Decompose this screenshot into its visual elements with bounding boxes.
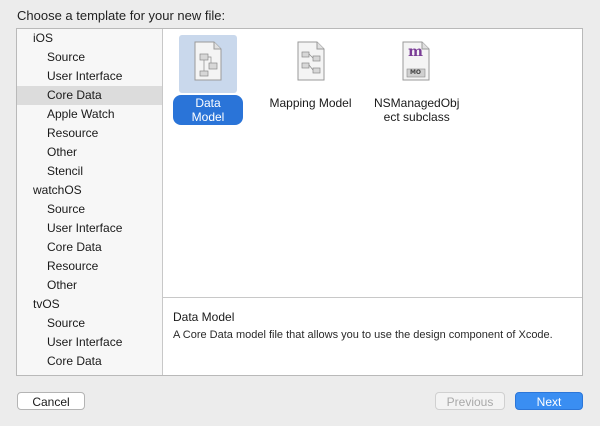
description-title: Data Model (173, 310, 235, 324)
category-sidebar: iOS Source User Interface Core Data Appl… (17, 29, 163, 375)
sidebar-item-ios-resource[interactable]: Resource (17, 124, 162, 143)
sidebar-item-tvos-source[interactable]: Source (17, 314, 162, 333)
template-nsmanagedobject-subclass[interactable]: m MO NSManagedObj ect subclass (368, 35, 463, 125)
template-data-model-label: Data Model (173, 95, 243, 125)
sidebar-item-ios-source[interactable]: Source (17, 48, 162, 67)
sidebar-group-ios[interactable]: iOS (17, 29, 162, 48)
sidebar-group-watchos[interactable]: watchOS (17, 181, 162, 200)
sidebar-group-tvos[interactable]: tvOS (17, 295, 162, 314)
data-model-icon (179, 35, 237, 93)
description-text: A Core Data model file that allows you t… (173, 329, 553, 341)
template-chooser: iOS Source User Interface Core Data Appl… (16, 28, 583, 376)
sidebar-item-ios-core-data[interactable]: Core Data (17, 86, 162, 105)
next-button[interactable]: Next (515, 392, 583, 410)
sidebar-item-ios-stencil[interactable]: Stencil (17, 162, 162, 181)
sidebar-item-tvos-user-interface[interactable]: User Interface (17, 333, 162, 352)
dialog-title: Choose a template for your new file: (17, 8, 226, 23)
template-nsmanagedobject-label: NSManagedObj ect subclass (368, 95, 465, 125)
template-nsmanagedobject-label-line1: NSManagedObj (374, 96, 460, 110)
template-data-model[interactable]: Data Model (173, 35, 243, 125)
template-mapping-model-label: Mapping Model (269, 96, 352, 110)
sidebar-item-ios-other[interactable]: Other (17, 143, 162, 162)
template-grid: Data Model Mapping Model m MO NSManagedO… (163, 29, 582, 297)
sidebar-item-watchos-resource[interactable]: Resource (17, 257, 162, 276)
sidebar-item-ios-user-interface[interactable]: User Interface (17, 67, 162, 86)
template-nsmanagedobject-label-line2: ect subclass (383, 110, 450, 124)
nsmanagedobject-icon-glyph: m (408, 44, 423, 60)
cancel-button[interactable]: Cancel (17, 392, 85, 410)
template-description-panel: Data Model A Core Data model file that a… (163, 298, 582, 375)
sidebar-item-watchos-other[interactable]: Other (17, 276, 162, 295)
sidebar-item-watchos-user-interface[interactable]: User Interface (17, 219, 162, 238)
template-mapping-model[interactable]: Mapping Model (263, 35, 358, 111)
sidebar-item-tvos-core-data[interactable]: Core Data (17, 352, 162, 371)
sidebar-item-watchos-core-data[interactable]: Core Data (17, 238, 162, 257)
nsmanagedobject-icon-badge: MO (409, 69, 422, 76)
nsmanagedobject-icon: m MO (387, 35, 445, 93)
sidebar-item-ios-apple-watch[interactable]: Apple Watch (17, 105, 162, 124)
previous-button[interactable]: Previous (435, 392, 505, 410)
sidebar-item-watchos-source[interactable]: Source (17, 200, 162, 219)
mapping-model-icon (282, 35, 340, 93)
